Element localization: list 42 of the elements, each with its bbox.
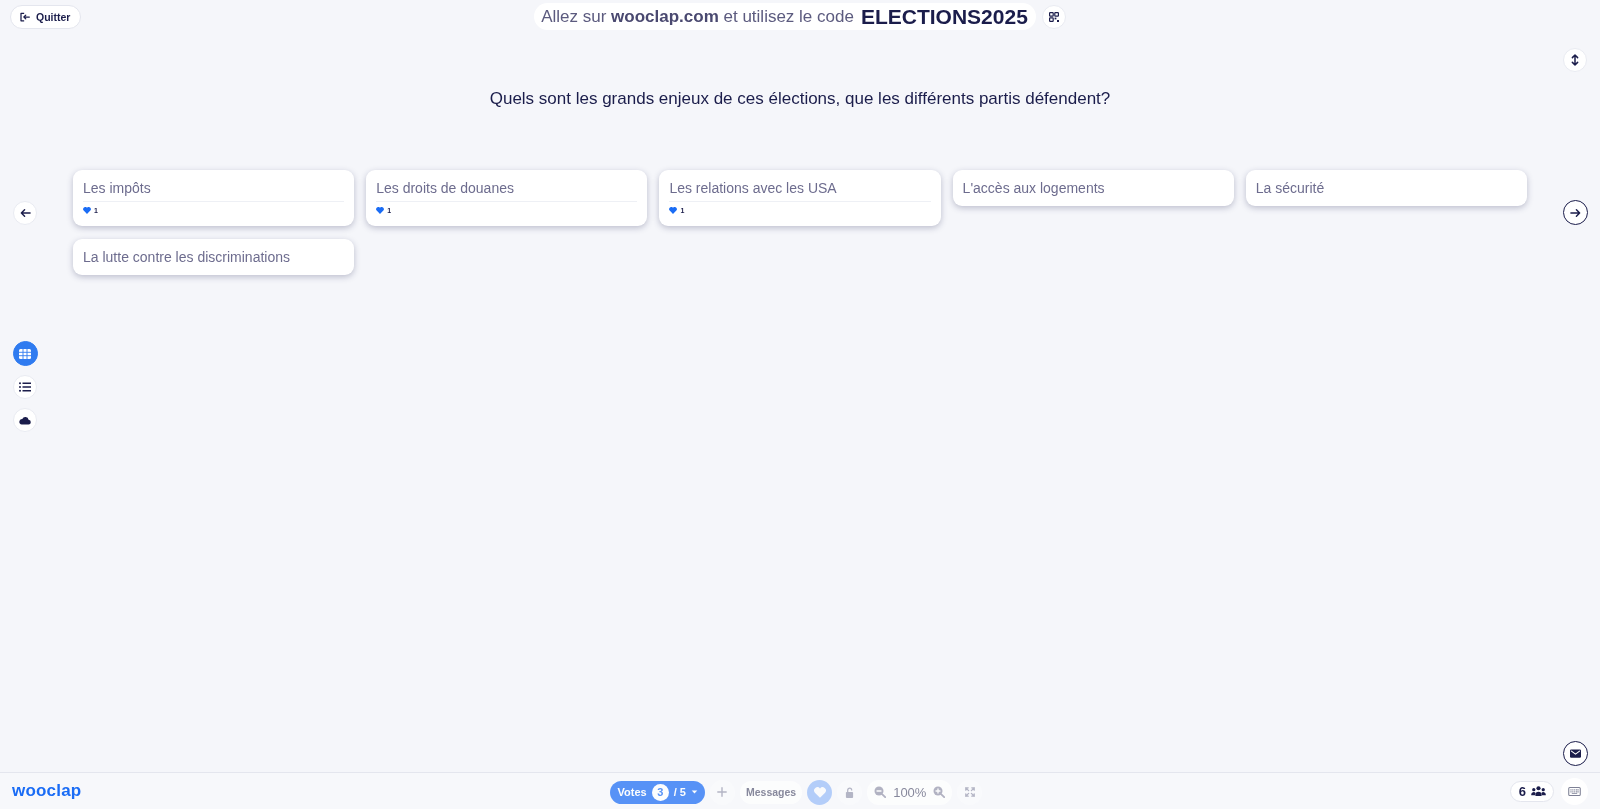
messages-inbox-button[interactable]	[1562, 741, 1588, 766]
padlock-icon	[845, 786, 855, 798]
participants-button[interactable]: 6	[1509, 780, 1554, 802]
event-code: ELECTIONS2025	[860, 4, 1028, 29]
envelope-icon	[1569, 749, 1581, 758]
keyboard-icon	[1568, 786, 1581, 796]
answer-text: Les droits de douanes	[375, 179, 515, 198]
keyboard-button[interactable]	[1561, 777, 1588, 805]
heart-icon	[669, 207, 678, 214]
people-icon	[1531, 786, 1546, 796]
grid-view-button[interactable]	[12, 341, 38, 366]
expand-button[interactable]	[1563, 48, 1587, 72]
qr-code-icon	[1048, 11, 1059, 22]
arrow-left-icon	[19, 208, 31, 218]
caret-icon	[690, 790, 698, 794]
answer-text: La sécurité	[1254, 179, 1326, 198]
next-button[interactable]	[1562, 200, 1588, 225]
question-text: Quels sont les grands enjeux de ces élections, que les différents partis défendent?	[488, 88, 1112, 110]
heart-icon	[376, 207, 385, 214]
cloud-icon	[19, 415, 31, 425]
cloud-view-button[interactable]	[13, 408, 37, 432]
answer-text: Les impôts	[82, 179, 152, 198]
heart-icon	[83, 207, 91, 214]
plus-icon	[717, 787, 728, 797]
zoom-level: 100%	[893, 784, 927, 800]
answer-text: La lutte contre les discriminations	[82, 248, 291, 267]
round-badge: 3	[651, 783, 669, 801]
vertical-arrows-icon	[1571, 54, 1579, 66]
arrow-right-icon	[1569, 207, 1581, 218]
qr-code-button[interactable]	[1041, 4, 1066, 29]
list-view-button[interactable]	[13, 375, 37, 399]
logo-text: wooclap	[12, 781, 82, 801]
answer-text: L'accès aux logements	[961, 179, 1106, 198]
fullscreen-icon	[964, 787, 975, 797]
heart-icon	[813, 786, 826, 798]
list-icon	[19, 382, 31, 392]
grid-icon	[19, 348, 31, 359]
exit-icon	[20, 12, 30, 22]
answer-text: Les relations avec les USA	[668, 179, 838, 198]
join-instructions: Allez sur wooclap.com et utilisez le code	[541, 6, 854, 27]
previous-button[interactable]	[13, 201, 37, 225]
quit-button[interactable]: Quitter	[10, 5, 82, 29]
